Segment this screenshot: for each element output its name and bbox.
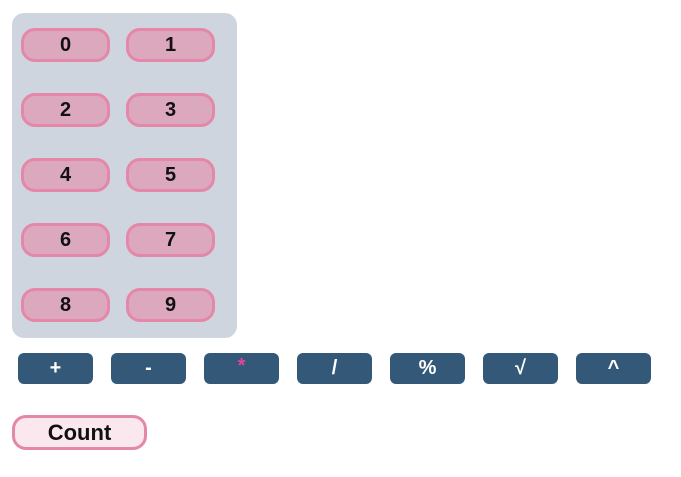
count-button[interactable]: Count	[12, 415, 147, 450]
digit-button-6[interactable]: 6	[21, 223, 110, 257]
power-button[interactable]: ^	[576, 353, 651, 384]
digit-button-0[interactable]: 0	[21, 28, 110, 62]
digit-button-1[interactable]: 1	[126, 28, 215, 62]
digit-button-8[interactable]: 8	[21, 288, 110, 322]
digit-button-7[interactable]: 7	[126, 223, 215, 257]
digit-button-5[interactable]: 5	[126, 158, 215, 192]
divide-button[interactable]: /	[297, 353, 372, 384]
multiply-button[interactable]: *	[204, 353, 279, 384]
square-root-button[interactable]: √	[483, 353, 558, 384]
digit-keypad: 0 1 2 3 4 5 6 7 8 9	[12, 13, 237, 338]
digit-button-9[interactable]: 9	[126, 288, 215, 322]
modulo-button[interactable]: %	[390, 353, 465, 384]
digit-button-3[interactable]: 3	[126, 93, 215, 127]
subtract-button[interactable]: -	[111, 353, 186, 384]
digit-button-2[interactable]: 2	[21, 93, 110, 127]
add-button[interactable]: +	[18, 353, 93, 384]
digit-button-4[interactable]: 4	[21, 158, 110, 192]
